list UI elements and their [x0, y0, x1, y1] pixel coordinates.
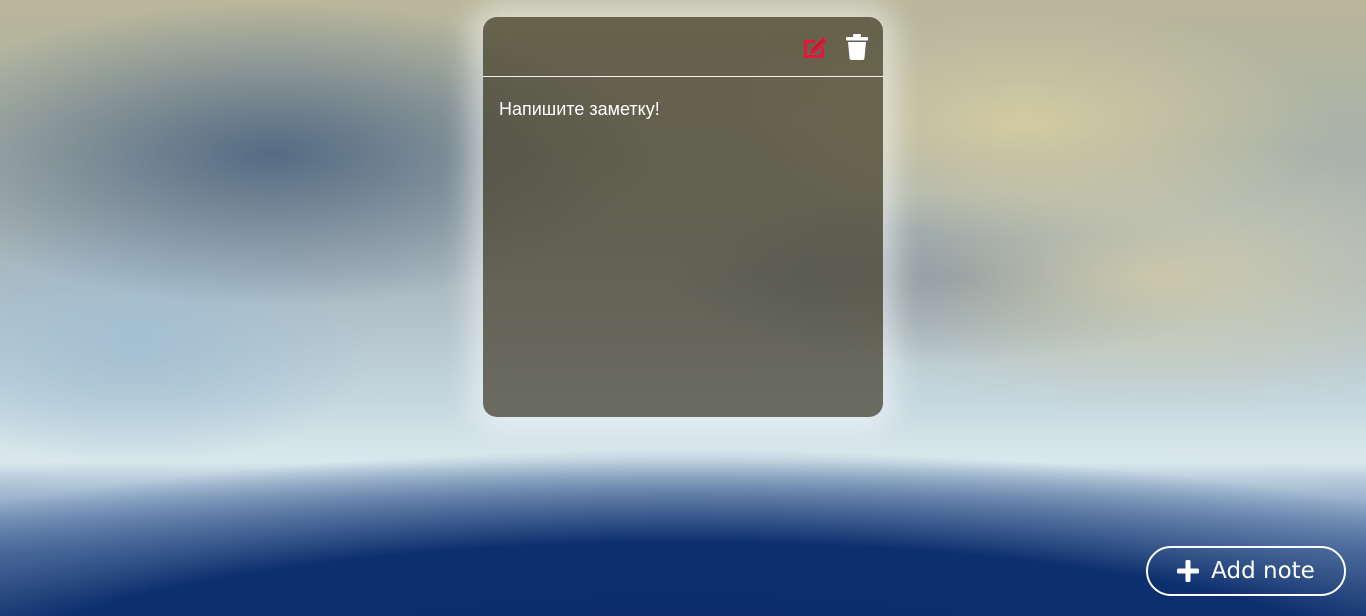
edit-button[interactable]: [801, 32, 829, 62]
plus-icon: [1177, 560, 1200, 582]
add-note-button[interactable]: Add note: [1146, 546, 1346, 596]
add-note-label: Add note: [1211, 558, 1315, 584]
trash-icon: [846, 33, 868, 60]
note-body[interactable]: Напишите заметку!: [483, 77, 883, 142]
note-card: Напишите заметку!: [483, 17, 883, 417]
note-toolbar: [483, 17, 883, 77]
note-text[interactable]: Напишите заметку!: [499, 99, 867, 120]
edit-icon: [804, 36, 827, 58]
delete-button[interactable]: [843, 32, 871, 62]
